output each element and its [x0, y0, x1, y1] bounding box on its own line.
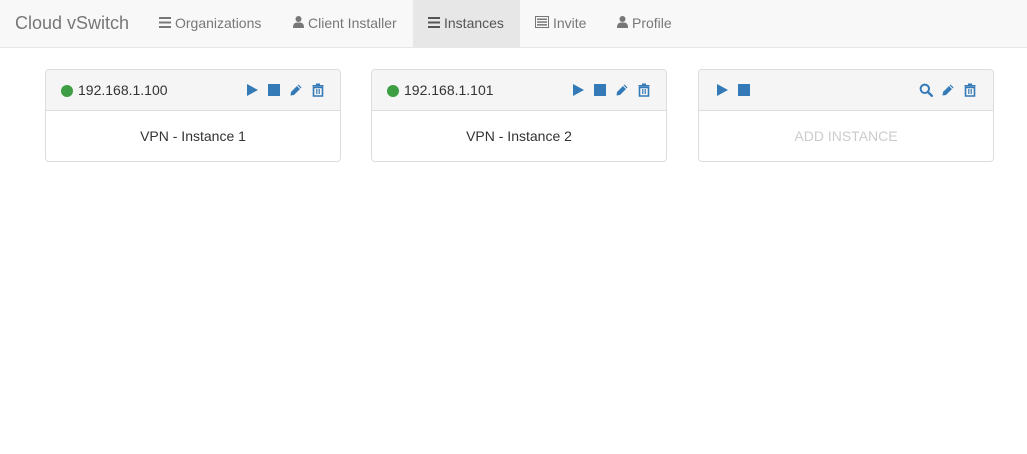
nav-item-instances[interactable]: Instances: [413, 0, 520, 47]
instance-ip: 192.168.1.100: [78, 82, 168, 98]
nav-item-client-installer[interactable]: Client Installer: [278, 0, 412, 47]
user-icon: [617, 0, 628, 47]
add-instance-placeholder[interactable]: ADD INSTANCE: [699, 111, 993, 161]
instance-card-header: 192.168.1.101: [372, 70, 666, 111]
instance-ip: 192.168.1.101: [404, 82, 494, 98]
trash-icon[interactable]: [963, 83, 977, 97]
play-icon[interactable]: [245, 83, 259, 97]
stop-icon[interactable]: [737, 83, 751, 97]
list-alt-icon: [535, 0, 549, 47]
instance-card: 192.168.1.101 VPN - Instance 2: [371, 69, 667, 162]
nav-item-label: Client Installer: [308, 15, 397, 31]
pencil-icon[interactable]: [941, 83, 955, 97]
nav-item-invite[interactable]: Invite: [520, 0, 601, 47]
nav-item-organizations[interactable]: Organizations: [144, 0, 276, 47]
play-icon[interactable]: [571, 83, 585, 97]
nav-item-label: Invite: [553, 15, 587, 31]
stop-icon[interactable]: [593, 83, 607, 97]
instance-name[interactable]: VPN - Instance 2: [372, 111, 666, 161]
brand-title[interactable]: Cloud vSwitch: [15, 12, 129, 34]
status-online-icon: [387, 85, 399, 97]
search-icon[interactable]: [919, 83, 933, 97]
instance-card: 192.168.1.100 VPN - Instance 1: [45, 69, 341, 162]
trash-icon[interactable]: [311, 83, 325, 97]
nav-item-profile[interactable]: Profile: [602, 0, 687, 47]
list-icon: [159, 0, 171, 47]
stop-icon[interactable]: [267, 83, 281, 97]
trash-icon[interactable]: [637, 83, 651, 97]
instance-name[interactable]: VPN - Instance 1: [46, 111, 340, 161]
user-icon: [293, 0, 304, 47]
pencil-icon[interactable]: [289, 83, 303, 97]
play-icon[interactable]: [715, 83, 729, 97]
nav-item-label: Profile: [632, 15, 672, 31]
list-icon: [428, 0, 440, 47]
instance-card-header: 192.168.1.100: [46, 70, 340, 111]
new-instance-card: ADD INSTANCE: [698, 69, 994, 162]
top-navbar: Cloud vSwitch Organizations Client Insta…: [0, 0, 1027, 48]
status-online-icon: [61, 85, 73, 97]
nav-item-label: Instances: [444, 15, 504, 31]
nav-item-label: Organizations: [175, 15, 262, 31]
new-instance-card-header: [699, 70, 993, 111]
pencil-icon[interactable]: [615, 83, 629, 97]
